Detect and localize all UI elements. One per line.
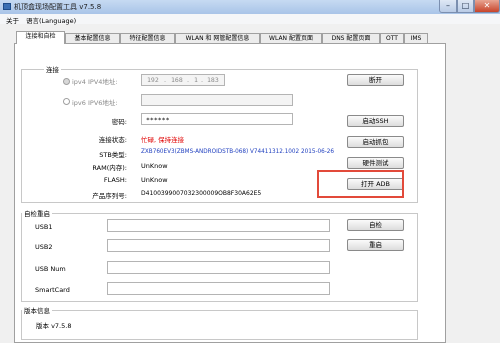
hardware-test-button[interactable]: 硬件测试 <box>347 157 404 169</box>
close-button[interactable]: ✕ <box>474 0 500 13</box>
ipv4-octet-2: 168 <box>171 76 183 84</box>
tab-basic-config[interactable]: 基本配置信息 <box>65 33 120 43</box>
tab-wlan-netmgmt[interactable]: WLAN 和 网管配置信息 <box>175 33 260 43</box>
stb-type-value: ZXB760EV3(ZBMS-ANDROIDSTB-068) V74411312… <box>141 149 335 155</box>
disconnect-button[interactable]: 断开 <box>347 74 404 86</box>
ram-label: RAM(内存): <box>92 164 127 172</box>
password-value: ****** <box>146 116 170 124</box>
usb1-label: USB1 <box>35 223 53 231</box>
menu-about[interactable]: 关于 <box>6 15 19 25</box>
connection-group-title: 连接 <box>44 64 61 74</box>
ipv4-octet-1: 192 <box>147 76 159 84</box>
highlight-box <box>317 170 404 198</box>
version-group-title: 版本信息 <box>22 305 52 315</box>
usb1-result-field <box>107 219 330 232</box>
serial-label: 产品序列号: <box>92 192 127 200</box>
selftest-button[interactable]: 自检 <box>347 219 404 231</box>
selftest-group-title: 自检重启 <box>22 208 52 218</box>
tab-ott[interactable]: OTT <box>380 33 404 43</box>
flash-value: UnKnow <box>141 176 168 184</box>
ipv4-label: ipv4 IPV4地址: <box>72 78 118 86</box>
ipv6-label: ipv6 IPV6地址: <box>72 99 118 107</box>
reboot-button[interactable]: 重启 <box>347 239 404 251</box>
ipv4-dot-1: . <box>164 76 167 84</box>
ipv4-octet-3: 1 <box>194 76 198 84</box>
smartcard-label: SmartCard <box>35 286 70 294</box>
usb-num-result-field <box>107 261 330 274</box>
tab-dns-page[interactable]: DNS 配置页面 <box>322 33 380 43</box>
start-capture-button[interactable]: 启动抓包 <box>347 136 404 148</box>
password-label: 密码: <box>111 118 127 126</box>
status-value: 忙碌, 保持连接 <box>141 136 185 144</box>
app-icon <box>3 3 11 10</box>
start-ssh-button[interactable]: 启动SSH <box>347 115 404 127</box>
usb2-result-field <box>107 239 330 252</box>
minimize-button[interactable]: – <box>439 0 457 13</box>
ipv4-dot-3: . <box>201 76 204 84</box>
ipv6-address-input[interactable] <box>141 94 293 106</box>
menu-language[interactable]: 语言(Language) <box>26 15 76 25</box>
ipv6-radio[interactable] <box>63 98 70 105</box>
usb2-label: USB2 <box>35 243 53 251</box>
maximize-button[interactable]: □ <box>457 0 474 13</box>
tab-feature-config[interactable]: 特征配置信息 <box>120 33 175 43</box>
flash-label: FLASH: <box>103 176 127 184</box>
status-label: 连接状态: <box>98 136 127 144</box>
ipv4-dot-2: . <box>187 76 190 84</box>
ram-value: UnKnow <box>141 162 168 170</box>
stb-type-label: STB类型: <box>99 151 127 159</box>
ipv4-radio[interactable] <box>63 78 70 85</box>
usb-num-label: USB Num <box>35 265 66 273</box>
version-group <box>21 310 418 340</box>
tab-ims[interactable]: IMS <box>404 33 428 43</box>
window-title: 机顶盒现场配置工具 v7.5.8 <box>14 3 102 11</box>
smartcard-result-field <box>107 282 330 295</box>
version-label: 版本 v7.5.8 <box>36 322 72 330</box>
tab-wlan-page[interactable]: WLAN 配置页面 <box>260 33 322 43</box>
serial-value: D4100399007032300009OB8F30A62E5 <box>141 190 262 197</box>
tab-connect-selftest[interactable]: 连接和自检 <box>16 31 65 44</box>
ipv4-octet-4: 183 <box>207 76 219 84</box>
